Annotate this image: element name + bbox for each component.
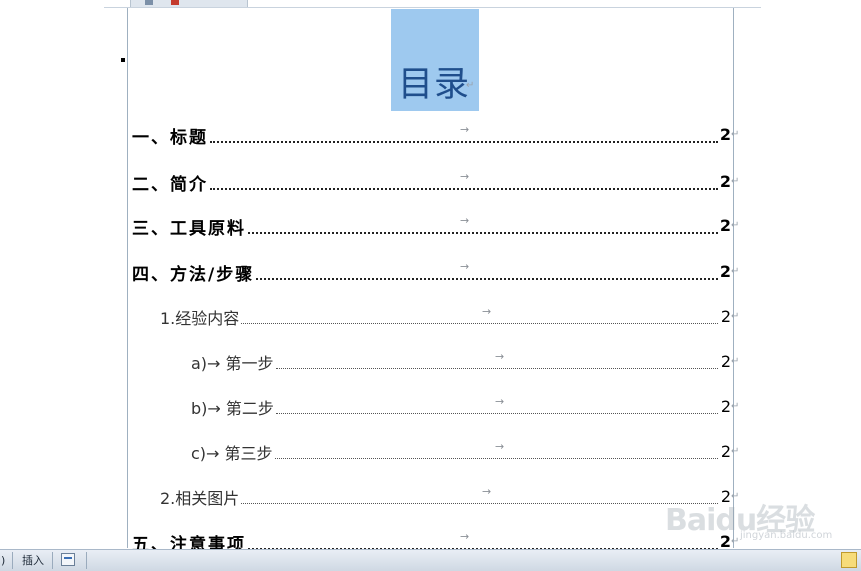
paragraph-mark-icon: ↵	[731, 356, 740, 367]
toc-page-number: 2	[719, 216, 731, 235]
toc-entry-label: c)→ 第三步	[191, 444, 273, 463]
toc-entry-label: 四、方法/步骤	[132, 265, 255, 285]
pen-icon	[171, 0, 179, 5]
toc-page-number: 2	[719, 125, 731, 144]
paragraph-mark-icon: ↵	[466, 80, 475, 91]
tab-marker-icon: →	[460, 260, 470, 273]
toc-entry[interactable]: c)→ 第三步 → 2 ↵	[0, 440, 861, 466]
toc-entry[interactable]: 1.经验内容 → 2 ↵	[0, 305, 861, 331]
toc-leader-dots	[248, 232, 718, 234]
toc-page-number: 2	[720, 397, 731, 416]
tab-marker-icon: →	[460, 170, 470, 183]
toc-leader-dots	[210, 141, 718, 143]
watermark-url: jingyan.baidu.com	[740, 530, 833, 541]
toc-leader-dots	[276, 368, 718, 369]
status-fragment: )	[1, 554, 6, 567]
paragraph-mark-icon: ↵	[731, 401, 740, 412]
tab-marker-icon: →	[495, 395, 505, 408]
insert-mode-button[interactable]: 插入	[22, 552, 44, 569]
toc-leader-dots	[241, 323, 718, 324]
tab-marker-icon: →	[482, 305, 492, 318]
paragraph-mark-icon: ↵	[731, 176, 740, 187]
toc-entry-label: 二、简介	[132, 175, 208, 195]
toc-leader-dots	[275, 458, 718, 459]
print-layout-icon[interactable]	[841, 552, 857, 568]
toc-entry-label: b)→ 第二步	[191, 399, 274, 418]
tab-marker-icon: →	[460, 123, 470, 136]
toc-leader-dots	[241, 503, 718, 504]
toc-leader-dots	[276, 413, 718, 414]
toc-page-number: 2	[719, 262, 731, 281]
toc-page-number: 2	[720, 352, 731, 371]
paragraph-mark-icon: ↵	[731, 446, 740, 457]
tab-marker-icon: →	[495, 440, 505, 453]
status-separator	[12, 552, 13, 569]
toc-entry-label: 三、工具原料	[132, 219, 246, 239]
status-separator	[52, 552, 53, 569]
paragraph-mark-icon: ↵	[731, 129, 740, 140]
paragraph-mark-icon: ↵	[731, 266, 740, 277]
toc-page-number: 2	[719, 172, 731, 191]
ruler-icon	[145, 0, 153, 5]
toc-entry-label: 2.相关图片	[160, 489, 240, 508]
toc-page-number: 2	[720, 442, 731, 461]
ruler-line	[104, 7, 761, 8]
paragraph-mark-icon: ↵	[731, 311, 740, 322]
tab-marker-icon: →	[495, 350, 505, 363]
toc-entry[interactable]: 三、工具原料 → 2 ↵	[0, 214, 861, 240]
toc-title[interactable]: 目录	[398, 56, 470, 107]
paragraph-mark-icon: ↵	[731, 220, 740, 231]
toc-leader-dots	[256, 278, 718, 280]
status-bar: ) 插入	[0, 549, 861, 571]
toc-entry-label: 1.经验内容	[160, 309, 240, 328]
toc-page-number: 2	[720, 307, 731, 326]
text-cursor-mark	[121, 58, 125, 62]
tab-marker-icon: →	[460, 530, 470, 543]
tab-marker-icon: →	[482, 485, 492, 498]
toc-entry[interactable]: 四、方法/步骤 → 2 ↵	[0, 260, 861, 286]
macro-record-icon[interactable]	[61, 553, 75, 566]
toc-entry-label: 一、标题	[132, 128, 208, 148]
toc-entry[interactable]: 二、简介 → 2 ↵	[0, 170, 861, 196]
tab-marker-icon: →	[460, 214, 470, 227]
toc-entry[interactable]: a)→ 第一步 → 2 ↵	[0, 350, 861, 376]
toc-entry[interactable]: b)→ 第二步 → 2 ↵	[0, 395, 861, 421]
toc-entry[interactable]: 一、标题 → 2 ↵	[0, 123, 861, 149]
toc-leader-dots	[210, 188, 718, 190]
status-separator	[86, 552, 87, 569]
toc-entry-label: a)→ 第一步	[191, 354, 274, 373]
